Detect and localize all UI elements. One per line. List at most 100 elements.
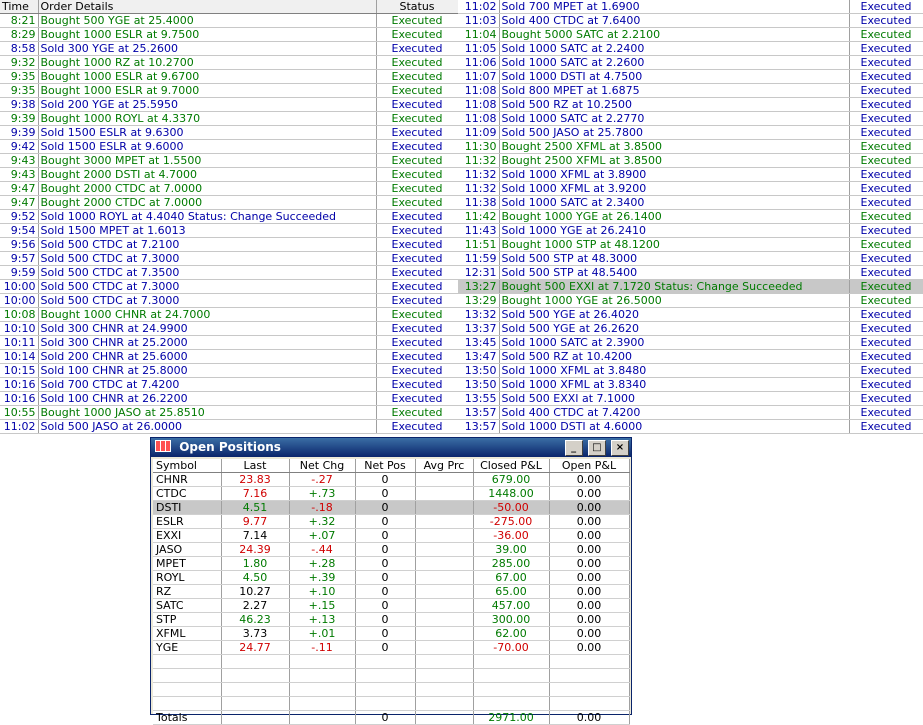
order-row[interactable]: 13:37 Sold 500 YGE at 26.2620 Executed — [458, 321, 923, 336]
position-row[interactable]: JASO 24.39 -.44 0 39.00 0.00 — [153, 542, 630, 557]
order-row[interactable]: 11:08 Sold 500 RZ at 10.2500 Executed — [458, 97, 923, 112]
order-row[interactable]: 11:51 Bought 1000 STP at 48.1200 Executed — [458, 237, 923, 252]
order-row[interactable]: 11:59 Sold 500 STP at 48.3000 Executed — [458, 251, 923, 266]
position-row[interactable]: CTDC 7.16 +.73 0 1448.00 0.00 — [153, 486, 630, 501]
order-row[interactable]: 13:45 Sold 1000 SATC at 2.3900 Executed — [458, 335, 923, 350]
position-row[interactable]: SATC 2.27 +.15 0 457.00 0.00 — [153, 598, 630, 613]
order-row[interactable]: 9:47 Bought 2000 CTDC at 7.0000 Executed — [0, 195, 459, 210]
order-row[interactable]: 10:16 Sold 100 CHNR at 26.2200 Executed — [0, 391, 459, 406]
order-row[interactable]: 13:57 Sold 1000 DSTI at 4.6000 Executed — [458, 419, 923, 434]
col-last[interactable]: Last — [221, 459, 290, 473]
order-row[interactable]: 9:35 Bought 1000 ESLR at 9.6700 Executed — [0, 69, 459, 84]
position-row[interactable]: ROYL 4.50 +.39 0 67.00 0.00 — [153, 570, 630, 585]
col-status[interactable]: Status — [376, 0, 459, 14]
position-open-pl: 0.00 — [549, 514, 630, 529]
order-time: 10:55 — [0, 405, 39, 420]
order-row[interactable]: 10:00 Sold 500 CTDC at 7.3000 Executed — [0, 293, 459, 308]
col-order-details[interactable]: Order Details — [38, 0, 377, 14]
order-row[interactable]: 8:29 Bought 1000 ESLR at 9.7500 Executed — [0, 27, 459, 42]
order-row[interactable]: 11:08 Sold 800 MPET at 1.6875 Executed — [458, 83, 923, 98]
order-row[interactable]: 9:39 Bought 1000 ROYL at 4.3370 Executed — [0, 111, 459, 126]
order-row[interactable]: 11:32 Sold 1000 XFML at 3.8900 Executed — [458, 167, 923, 182]
order-row[interactable]: 13:47 Sold 500 RZ at 10.4200 Executed — [458, 349, 923, 364]
order-row[interactable]: 11:38 Sold 1000 SATC at 2.3400 Executed — [458, 195, 923, 210]
open-positions-titlebar[interactable]: Open Positions _ □ × — [151, 438, 631, 457]
maximize-button[interactable]: □ — [587, 440, 606, 456]
position-row[interactable]: ESLR 9.77 +.32 0 -275.00 0.00 — [153, 514, 630, 529]
order-row[interactable]: 10:11 Sold 300 CHNR at 25.2000 Executed — [0, 335, 459, 350]
order-row[interactable]: 11:30 Bought 2500 XFML at 3.8500 Executed — [458, 139, 923, 154]
order-row[interactable]: 9:52 Sold 1000 ROYL at 4.4040 Status: Cha… — [0, 209, 459, 224]
position-row[interactable]: XFML 3.73 +.01 0 62.00 0.00 — [153, 626, 630, 641]
col-net-pos[interactable]: Net Pos — [355, 459, 416, 473]
order-row[interactable]: 8:21 Bought 500 YGE at 25.4000 Executed — [0, 13, 459, 28]
position-row[interactable]: STP 46.23 +.13 0 300.00 0.00 — [153, 612, 630, 627]
order-row[interactable]: 13:29 Bought 1000 YGE at 26.5000 Executed — [458, 293, 923, 308]
order-row[interactable]: 11:32 Bought 2500 XFML at 3.8500 Executed — [458, 153, 923, 168]
order-row[interactable]: 11:04 Bought 5000 SATC at 2.2100 Executed — [458, 27, 923, 42]
col-open-pl[interactable]: Open P&L — [549, 459, 630, 473]
position-row[interactable]: MPET 1.80 +.28 0 285.00 0.00 — [153, 556, 630, 571]
order-row[interactable]: 9:56 Sold 500 CTDC at 7.2100 Executed — [0, 237, 459, 252]
order-row[interactable]: 8:58 Sold 300 YGE at 25.2600 Executed — [0, 41, 459, 56]
order-row[interactable]: 11:03 Sold 400 CTDC at 7.6400 Executed — [458, 13, 923, 28]
order-row[interactable]: 11:07 Sold 1000 DSTI at 4.7500 Executed — [458, 69, 923, 84]
order-details: Sold 300 CHNR at 25.2000 — [38, 335, 377, 350]
order-row[interactable]: 12:31 Sold 500 STP at 48.5400 Executed — [458, 265, 923, 280]
order-row[interactable]: 9:32 Bought 1000 RZ at 10.2700 Executed — [0, 55, 459, 70]
order-row[interactable]: 11:06 Sold 1000 SATC at 2.2600 Executed — [458, 55, 923, 70]
order-row[interactable]: 11:42 Bought 1000 YGE at 26.1400 Executed — [458, 209, 923, 224]
position-row[interactable]: YGE 24.77 -.11 0 -70.00 0.00 — [153, 640, 630, 655]
order-row[interactable]: 10:10 Sold 300 CHNR at 24.9900 Executed — [0, 321, 459, 336]
position-row[interactable]: DSTI 4.51 -.18 0 -50.00 0.00 — [153, 500, 630, 515]
order-row[interactable]: 11:02 Sold 500 JASO at 26.0000 Executed — [0, 419, 459, 434]
order-status: Executed — [376, 195, 459, 210]
col-closed-pl[interactable]: Closed P&L — [473, 459, 550, 473]
empty-cell — [549, 696, 630, 711]
order-row[interactable]: 13:50 Sold 1000 XFML at 3.8340 Executed — [458, 377, 923, 392]
order-status: Executed — [376, 349, 459, 364]
order-row[interactable]: 11:02 Sold 700 MPET at 1.6900 Executed — [458, 0, 923, 14]
order-details: Sold 300 YGE at 25.2600 — [38, 41, 377, 56]
order-row[interactable]: 9:59 Sold 500 CTDC at 7.3500 Executed — [0, 265, 459, 280]
order-row[interactable]: 9:54 Sold 1500 MPET at 1.6013 Executed — [0, 223, 459, 238]
order-row[interactable]: 9:38 Sold 200 YGE at 25.5950 Executed — [0, 97, 459, 112]
order-row[interactable]: 10:00 Sold 500 CTDC at 7.3000 Executed — [0, 279, 459, 294]
order-row[interactable]: 10:14 Sold 200 CHNR at 25.6000 Executed — [0, 349, 459, 364]
close-button[interactable]: × — [611, 440, 629, 456]
col-symbol[interactable]: Symbol — [153, 459, 222, 473]
position-net-chg: +.28 — [289, 556, 356, 571]
order-row[interactable]: 10:15 Sold 100 CHNR at 25.8000 Executed — [0, 363, 459, 378]
order-status: Executed — [849, 349, 923, 364]
position-row[interactable]: CHNR 23.83 -.27 0 679.00 0.00 — [153, 472, 630, 487]
order-row[interactable]: 9:43 Bought 2000 DSTI at 4.7000 Executed — [0, 167, 459, 182]
order-row[interactable]: 13:32 Sold 500 YGE at 26.4020 Executed — [458, 307, 923, 322]
order-row[interactable]: 11:43 Sold 1000 YGE at 26.2410 Executed — [458, 223, 923, 238]
order-row[interactable]: 13:55 Sold 500 EXXI at 7.1000 Executed — [458, 391, 923, 406]
order-row[interactable]: 9:42 Sold 1500 ESLR at 9.6000 Executed — [0, 139, 459, 154]
order-row[interactable]: 10:08 Bought 1000 CHNR at 24.7000 Executed — [0, 307, 459, 322]
position-avg-prc — [415, 626, 474, 641]
col-net-chg[interactable]: Net Chg — [289, 459, 356, 473]
col-avg-prc[interactable]: Avg Prc — [415, 459, 474, 473]
order-row[interactable]: 9:35 Bought 1000 ESLR at 9.7000 Executed — [0, 83, 459, 98]
order-row[interactable]: 13:57 Sold 400 CTDC at 7.4200 Executed — [458, 405, 923, 420]
order-row[interactable]: 13:27 Bought 500 EXXI at 7.1720 Status: C… — [458, 279, 923, 294]
col-time[interactable]: Time — [0, 0, 39, 14]
order-row[interactable]: 10:16 Sold 700 CTDC at 7.4200 Executed — [0, 377, 459, 392]
position-symbol: YGE — [153, 640, 222, 655]
position-row[interactable]: EXXI 7.14 +.07 0 -36.00 0.00 — [153, 528, 630, 543]
order-row[interactable]: 11:08 Sold 1000 SATC at 2.2770 Executed — [458, 111, 923, 126]
order-row[interactable]: 10:55 Bought 1000 JASO at 25.8510 Executed — [0, 405, 459, 420]
order-row[interactable]: 11:05 Sold 1000 SATC at 2.2400 Executed — [458, 41, 923, 56]
order-row[interactable]: 9:43 Bought 3000 MPET at 1.5500 Executed — [0, 153, 459, 168]
order-details: Sold 200 CHNR at 25.6000 — [38, 349, 377, 364]
position-row[interactable]: RZ 10.27 +.10 0 65.00 0.00 — [153, 584, 630, 599]
order-row[interactable]: 9:39 Sold 1500 ESLR at 9.6300 Executed — [0, 125, 459, 140]
order-row[interactable]: 9:47 Bought 2000 CTDC at 7.0000 Executed — [0, 181, 459, 196]
order-row[interactable]: 13:50 Sold 1000 XFML at 3.8480 Executed — [458, 363, 923, 378]
minimize-button[interactable]: _ — [564, 440, 583, 456]
order-row[interactable]: 11:32 Sold 1000 XFML at 3.9200 Executed — [458, 181, 923, 196]
order-row[interactable]: 11:09 Sold 500 JASO at 25.7800 Executed — [458, 125, 923, 140]
order-row[interactable]: 9:57 Sold 500 CTDC at 7.3000 Executed — [0, 251, 459, 266]
